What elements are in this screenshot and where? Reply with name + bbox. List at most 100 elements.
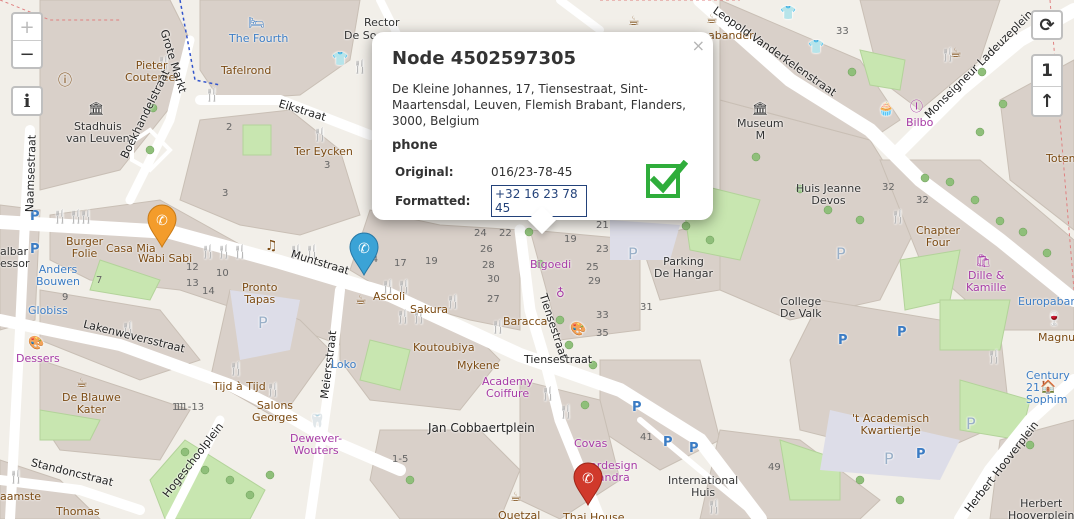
label-international-huis: International Huis — [668, 474, 739, 499]
restaurant-icon: 🍴 — [706, 500, 723, 515]
label-rector: Rector — [364, 16, 400, 29]
table-row: Formatted: +32 16 23 78 45 — [392, 183, 587, 219]
label-sakura: Sakura — [410, 303, 448, 316]
bicycle-parking-icon: P — [916, 447, 926, 462]
label-salons-georges: Salons Georges — [252, 399, 298, 424]
townhall-icon: 🏛 — [88, 102, 105, 117]
shop-icon: 👕 — [332, 52, 349, 67]
house-number: 11-13 — [175, 402, 205, 413]
house-number: 32 — [882, 182, 895, 193]
label-the-fourth: The Fourth — [229, 32, 289, 45]
restaurant-icon: 🍴 — [986, 350, 1003, 365]
label-globiss: Globiss — [28, 304, 68, 317]
phone-marker-red[interactable]: ✆ — [572, 462, 604, 506]
shop-icon: 🦷 — [309, 414, 326, 429]
label-albar-essor: albar essor — [0, 245, 30, 270]
house-number: 3 — [324, 160, 331, 171]
info-button[interactable]: i — [13, 88, 41, 114]
house-number: 23 — [596, 244, 609, 255]
house-number: 3 — [222, 188, 229, 199]
house-number: 2 — [226, 122, 233, 133]
phone-marker-orange[interactable]: ✆ — [146, 204, 178, 248]
refresh-control: ⟳ — [1031, 10, 1063, 40]
restaurant-icon: 🍴 — [78, 210, 95, 225]
label-koutoubiya: Koutoubiya — [413, 341, 475, 354]
shop-icon: 🎨 — [28, 336, 45, 351]
house-number: 35 — [596, 328, 609, 339]
zoom-out-button[interactable]: − — [13, 40, 41, 67]
shop-icon: 👕 — [808, 40, 825, 55]
house-number: 22 — [499, 228, 512, 239]
bicycle-parking-icon: P — [897, 325, 907, 340]
shop-icon: 🛍 — [975, 254, 992, 269]
parking-icon: P — [884, 449, 894, 468]
bicycle-parking-icon: P — [838, 333, 848, 348]
issue-count[interactable]: 1 — [1033, 56, 1061, 86]
label-century-21: Century 21 Sophim — [1026, 369, 1070, 406]
label-quetzal: Quetzal — [498, 509, 541, 519]
checkmark-icon[interactable] — [646, 160, 688, 198]
svg-text:✆: ✆ — [358, 241, 370, 257]
house-number: 12 — [186, 262, 199, 273]
label-academy-coiffure: Academy Coiffure — [482, 375, 534, 400]
house-number: 33 — [596, 310, 609, 321]
house-number: 21 — [596, 220, 609, 231]
shop-icon: Ⓘ — [910, 100, 924, 115]
zoom-in-button[interactable]: + — [13, 14, 41, 40]
node-popup: × Node 4502597305 De Kleine Johannes, 17… — [372, 32, 713, 235]
street-naamsestraat: Naamsestraat — [23, 134, 39, 213]
original-value: 016/23-78-45 — [491, 165, 573, 179]
cafe-icon: ☕ — [628, 14, 640, 29]
label-ascoli: Ascoli — [373, 290, 406, 303]
shop-icon: 👕 — [780, 6, 797, 21]
house-number: 26 — [480, 244, 493, 255]
original-label: Original: — [395, 165, 454, 179]
bicycle-parking-icon: P — [632, 400, 642, 415]
label-thai-house: Thai House — [563, 511, 625, 519]
restaurant-icon: 🍴 — [558, 405, 575, 420]
close-icon[interactable]: × — [692, 36, 705, 55]
restaurant-icon: 🍴 — [228, 362, 245, 377]
music-icon: ♫ — [265, 238, 278, 254]
house-number: 19 — [425, 256, 438, 267]
restaurant-icon: 🍴 — [352, 60, 369, 75]
label-magnus: Magnus — [1038, 331, 1074, 344]
restaurant-icon: 🍴 — [8, 470, 25, 485]
house-number: 25 — [586, 262, 599, 273]
info-poi-icon: ⓘ — [58, 73, 72, 89]
label-museum-m: Museum M — [737, 117, 784, 142]
restaurant-icon: 🍴 — [312, 128, 329, 143]
popup-section-heading: phone — [392, 138, 438, 153]
cafe-icon: ☕ — [950, 46, 962, 61]
label-loko: Loko — [331, 358, 357, 371]
label-tafelrond: Tafelrond — [221, 64, 272, 77]
label-dille-kamille: Dille & Kamille — [966, 269, 1007, 294]
label-dessers: Dessers — [16, 352, 60, 365]
house-number: 13 — [186, 278, 199, 289]
house-number: 49 — [768, 462, 781, 473]
phone-marker-blue[interactable]: ✆ — [348, 232, 380, 276]
restaurant-icon: 🍴 — [540, 387, 557, 402]
house-number: 27 — [487, 294, 500, 305]
house-number: 28 — [482, 260, 495, 271]
label-burger-folie: Burger Folie — [66, 235, 104, 260]
restaurant-icon: 🍴 — [204, 88, 221, 103]
cafe-icon: ☕ — [510, 490, 522, 505]
up-arrow-button[interactable]: ↑ — [1033, 86, 1061, 115]
restaurant-icon: 🍴 — [890, 210, 907, 225]
svg-text:✆: ✆ — [582, 471, 594, 487]
cafe-icon: ☕ — [355, 293, 367, 308]
bicycle-parking-icon: P — [30, 242, 40, 257]
house-number: 19 — [564, 234, 577, 245]
table-row: Original: 016/23-78-45 — [392, 161, 587, 183]
phone-table: Original: 016/23-78-45 Formatted: +32 16… — [392, 161, 587, 219]
label-pronto-tapas: Pronto Tapas — [242, 281, 278, 306]
label-ter-eycken: Ter Eycken — [294, 145, 353, 158]
parking-icon: P — [836, 244, 846, 263]
refresh-button[interactable]: ⟳ — [1033, 12, 1061, 38]
house-number: 41 — [640, 432, 653, 443]
label-parking-de-hangar: Parking De Hangar — [654, 255, 713, 280]
house-number: 24 — [474, 228, 487, 239]
house-number: 14 — [202, 286, 215, 297]
shop-icon: 🎨 — [570, 322, 587, 337]
